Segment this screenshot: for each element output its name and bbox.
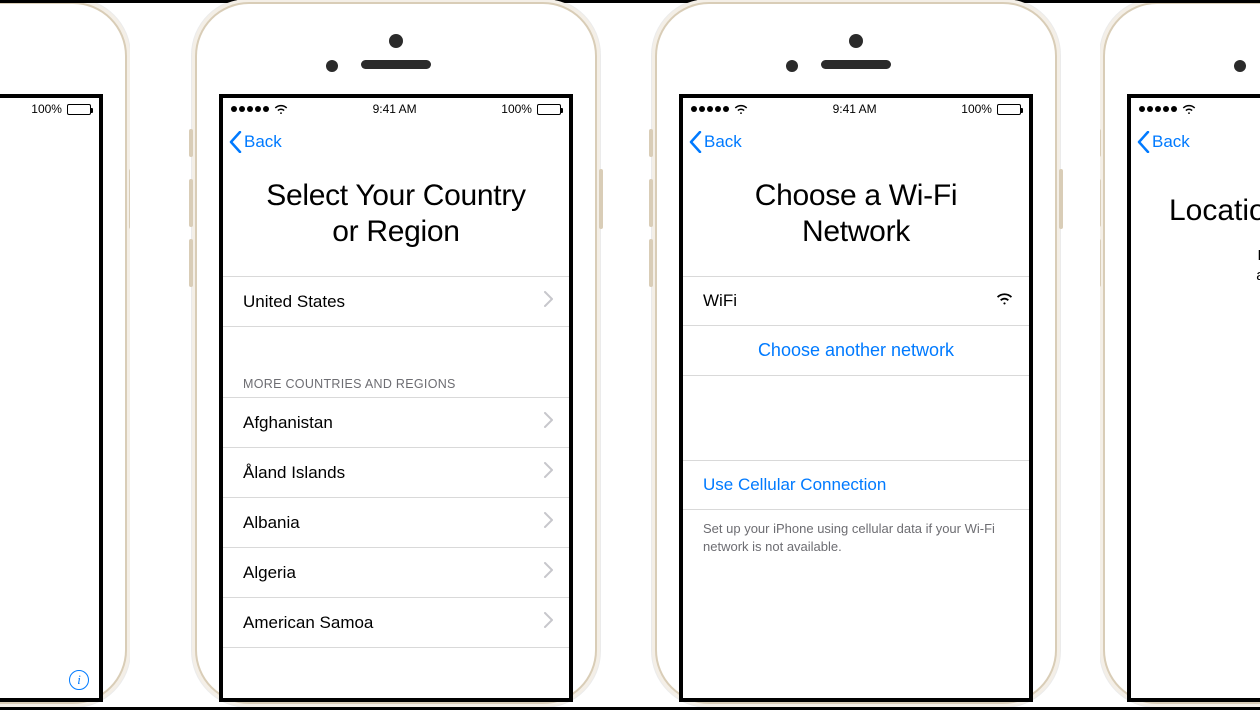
page-title: Locatio: [1131, 164, 1260, 246]
chevron-left-icon: [1137, 131, 1150, 153]
country-row[interactable]: Albania: [223, 497, 569, 547]
screen-hello: 100% up i: [0, 94, 103, 702]
wifi-icon: [274, 104, 288, 115]
country-label: Algeria: [243, 563, 296, 583]
battery-icon: [67, 104, 91, 115]
country-row[interactable]: American Samoa: [223, 597, 569, 648]
location-body-text: Location Service apps and service gather…: [1131, 246, 1260, 333]
status-bar: [1131, 98, 1260, 120]
enable-location-button[interactable]: Enable Lo: [1183, 554, 1260, 612]
wifi-network-name: WiFi: [703, 291, 737, 311]
country-row[interactable]: Algeria: [223, 547, 569, 597]
phone-wifi: 9:41 AM 100% Back: [652, 0, 1060, 709]
section-header-more: MORE COUNTRIES AND REGIONS: [223, 327, 569, 397]
screen-country: 9:41 AM 100% Back: [219, 94, 573, 702]
country-label: Afghanistan: [243, 413, 333, 433]
phone-hello-partial: 100% up i: [0, 3, 130, 713]
wifi-icon: [1182, 104, 1196, 115]
country-label: Åland Islands: [243, 463, 345, 483]
info-icon[interactable]: i: [69, 670, 89, 690]
screen-location: Back Locatio Location Service apps and s…: [1127, 94, 1260, 702]
status-bar: 9:41 AM 100%: [683, 98, 1029, 120]
use-cellular-button[interactable]: Use Cellular Connection: [683, 460, 1029, 510]
country-row-us[interactable]: United States: [223, 276, 569, 327]
cellular-note: Set up your iPhone using cellular data i…: [683, 510, 1029, 565]
back-button[interactable]: Back: [229, 131, 282, 153]
country-label: United States: [243, 292, 345, 312]
screen-wifi: 9:41 AM 100% Back: [679, 94, 1033, 702]
battery-percent: 100%: [31, 102, 62, 116]
status-time: 9:41 AM: [373, 102, 417, 116]
battery-icon: [537, 104, 561, 115]
chevron-right-icon: [544, 291, 553, 312]
chevron-right-icon: [544, 612, 553, 633]
back-label: Back: [704, 132, 742, 152]
country-row[interactable]: Åland Islands: [223, 447, 569, 497]
phone-country: 9:41 AM 100% Back: [192, 0, 600, 709]
chevron-right-icon: [544, 462, 553, 483]
status-bar: 100%: [0, 98, 99, 120]
status-time: 9:41 AM: [833, 102, 877, 116]
chevron-right-icon: [544, 562, 553, 583]
wifi-icon: [734, 104, 748, 115]
back-label: Back: [244, 132, 282, 152]
page-title: Select Your Countryor Region: [223, 164, 569, 276]
status-bar: 9:41 AM 100%: [223, 98, 569, 120]
chevron-right-icon: [544, 512, 553, 533]
battery-percent: 100%: [961, 102, 992, 116]
chevron-left-icon: [229, 131, 242, 153]
choose-another-network-button[interactable]: Choose another network: [683, 325, 1029, 376]
chevron-left-icon: [689, 131, 702, 153]
chevron-right-icon: [544, 412, 553, 433]
back-button[interactable]: Back: [1137, 131, 1190, 153]
back-label: Back: [1152, 132, 1190, 152]
country-label: American Samoa: [243, 613, 373, 633]
signal-dots-icon: [691, 106, 729, 112]
back-button[interactable]: Back: [689, 131, 742, 153]
wifi-signal-icon: [996, 291, 1013, 311]
signal-dots-icon: [231, 106, 269, 112]
disable-location-button[interactable]: Disable L: [1183, 612, 1260, 658]
country-row[interactable]: Afghanistan: [223, 397, 569, 447]
battery-icon: [997, 104, 1021, 115]
signal-dots-icon: [1139, 106, 1177, 112]
use-cellular-label: Use Cellular Connection: [703, 475, 886, 495]
battery-percent: 100%: [501, 102, 532, 116]
country-label: Albania: [243, 513, 300, 533]
phone-location-partial: Back Locatio Location Service apps and s…: [1100, 3, 1260, 713]
about-location-link[interactable]: About Lo: [1183, 333, 1260, 354]
wifi-network-row[interactable]: WiFi: [683, 276, 1029, 325]
page-title: Choose a Wi-FiNetwork: [683, 164, 1029, 276]
